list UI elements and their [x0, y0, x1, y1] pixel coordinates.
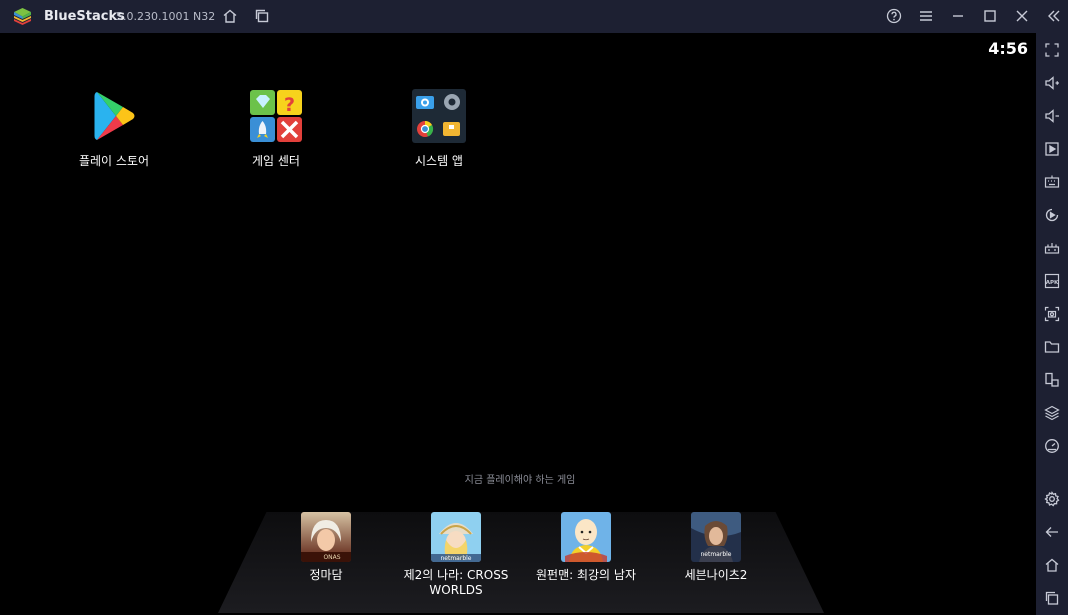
svg-text:APK: APK — [1046, 280, 1059, 286]
game-thumbnail: ONAS — [301, 512, 351, 562]
keyboard-icon[interactable] — [1043, 173, 1061, 191]
game-ni-no-kuni[interactable]: netmarble 제2의 나라: CROSS WORLDS — [391, 512, 521, 598]
status-clock: 4:56 — [988, 39, 1028, 58]
game-label: 제2의 나라: CROSS WORLDS — [403, 568, 509, 597]
close-icon[interactable] — [1013, 7, 1031, 25]
settings-icon[interactable] — [1043, 490, 1061, 508]
app-play-store[interactable]: 플레이 스토어 — [59, 89, 169, 169]
app-label: 플레이 스토어 — [78, 154, 150, 168]
right-sidebar: APK — [1036, 33, 1068, 615]
game-thumbnail: netmarble — [691, 512, 741, 562]
game-seven-knights-2[interactable]: netmarble 세븐나이츠2 — [651, 512, 781, 583]
game-label: 세븐나이츠2 — [684, 568, 748, 582]
folder-icon[interactable] — [1043, 338, 1061, 356]
game-label: 원펀맨: 최강의 남자 — [536, 568, 636, 582]
thumbnail-text: netmarble — [700, 551, 731, 558]
multi-instance-icon[interactable] — [253, 7, 271, 25]
multi-instance-icon[interactable] — [1043, 371, 1061, 389]
game-one-punch-man[interactable]: 원펀맨: 최강의 남자 — [521, 512, 651, 583]
recent-apps-icon[interactable] — [1043, 589, 1061, 607]
svg-text:?: ? — [284, 94, 295, 116]
game-controls-icon[interactable] — [1043, 239, 1061, 257]
fullscreen-icon[interactable] — [1043, 41, 1061, 59]
volume-up-icon[interactable] — [1043, 74, 1061, 92]
game-jeongmadam[interactable]: ONAS 정마담 — [261, 512, 391, 583]
app-game-center[interactable]: ? 게임 센터 — [221, 89, 331, 169]
app-label: 시스템 앱 — [415, 154, 463, 168]
system-apps-icon — [412, 89, 466, 143]
game-thumbnail — [561, 512, 611, 562]
eco-mode-icon[interactable] — [1043, 437, 1061, 455]
bluestacks-logo-icon — [14, 8, 31, 25]
screenshot-icon[interactable] — [1043, 305, 1061, 323]
thumbnail-text: ONAS — [323, 554, 340, 561]
install-apk-icon[interactable]: APK — [1043, 272, 1061, 290]
app-name: BlueStacks — [44, 9, 125, 24]
help-icon[interactable] — [885, 7, 903, 25]
home-icon[interactable] — [221, 7, 239, 25]
app-version: 5.0.230.1001 N32 — [116, 10, 216, 23]
minimize-icon[interactable] — [949, 7, 967, 25]
media-icon[interactable] — [1043, 140, 1061, 158]
layers-icon[interactable] — [1043, 404, 1061, 422]
thumbnail-text: netmarble — [440, 555, 471, 562]
maximize-icon[interactable] — [981, 7, 999, 25]
home-icon[interactable] — [1043, 556, 1061, 574]
recommendations-title: 지금 플레이해야 하는 게임 — [464, 475, 576, 486]
menu-icon[interactable] — [917, 7, 935, 25]
game-label: 정마담 — [309, 568, 343, 582]
game-thumbnail: netmarble — [431, 512, 481, 562]
collapse-sidebar-icon[interactable] — [1045, 7, 1063, 25]
app-label: 게임 센터 — [252, 154, 300, 168]
android-screen[interactable]: 4:56 플레이 스토어 ? 게임 센터 시스템 앱 지금 플레이해야 하는 게… — [4, 33, 1036, 613]
play-store-icon — [87, 89, 141, 143]
macro-icon[interactable] — [1043, 206, 1061, 224]
back-icon[interactable] — [1043, 523, 1061, 541]
app-system-apps[interactable]: 시스템 앱 — [384, 89, 494, 169]
game-center-icon: ? — [249, 89, 303, 143]
volume-down-icon[interactable] — [1043, 107, 1061, 125]
title-bar: BlueStacks 5.0.230.1001 N32 — [0, 0, 1068, 33]
